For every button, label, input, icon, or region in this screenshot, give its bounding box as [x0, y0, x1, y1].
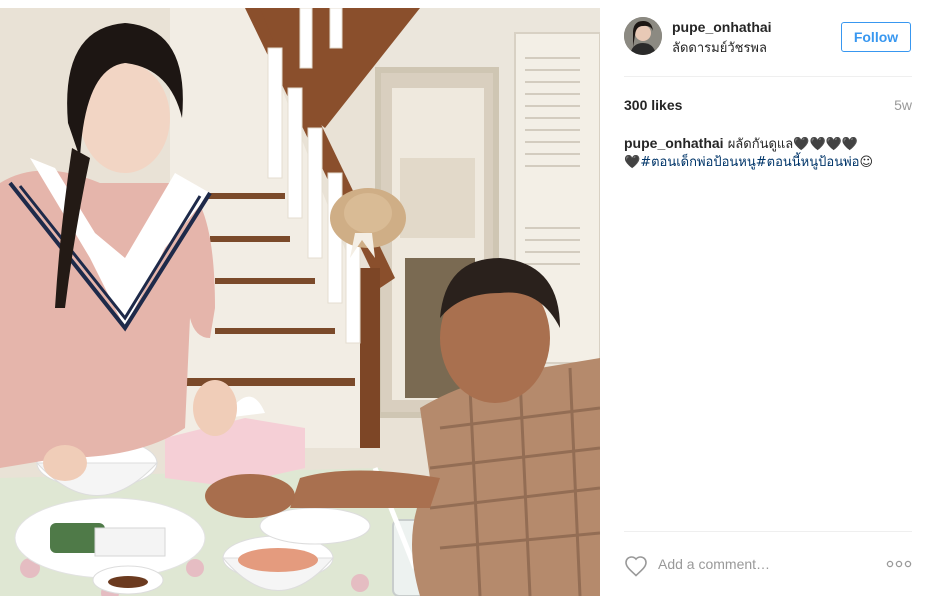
post-caption: pupe_onhathai ผลัดกันดูแล🖤🖤🖤🖤 🖤#ตอนเด็กพ…	[624, 134, 912, 172]
comment-input[interactable]	[658, 554, 878, 574]
likes-count[interactable]: 300 likes	[624, 97, 682, 113]
caption-line2-prefix: 🖤	[624, 155, 641, 170]
post-details-panel: pupe_onhathai ลัดดารมย์วัชรพล Follow 300…	[600, 0, 935, 596]
avatar[interactable]	[624, 17, 662, 55]
post-photo[interactable]	[0, 8, 600, 596]
caption-suffix: ☺	[859, 155, 874, 170]
instagram-post: pupe_onhathai ลัดดารมย์วัชรพล Follow 300…	[0, 0, 935, 596]
hashtag-link[interactable]: #ตอนเด็กพ่อป้อนหนู	[640, 155, 756, 170]
author-username[interactable]: pupe_onhathai	[672, 19, 772, 35]
post-location[interactable]: ลัดดารมย์วัชรพล	[672, 37, 767, 58]
hashtag-link[interactable]: #ตอนนี้หนูป้อนพ่อ	[756, 155, 860, 170]
photo-illustration	[0, 8, 600, 596]
post-timestamp[interactable]: 5w	[894, 97, 912, 113]
profile-avatar-icon	[624, 17, 662, 55]
heart-outline-icon[interactable]	[624, 555, 648, 577]
follow-button[interactable]: Follow	[841, 22, 911, 52]
comment-bar	[624, 531, 912, 596]
post-header: pupe_onhathai ลัดดารมย์วัชรพล Follow	[624, 0, 912, 77]
caption-text: ผลัดกันดูแล🖤🖤🖤🖤	[723, 137, 859, 152]
caption-username[interactable]: pupe_onhathai	[624, 135, 724, 151]
more-options-icon[interactable]	[886, 557, 912, 571]
